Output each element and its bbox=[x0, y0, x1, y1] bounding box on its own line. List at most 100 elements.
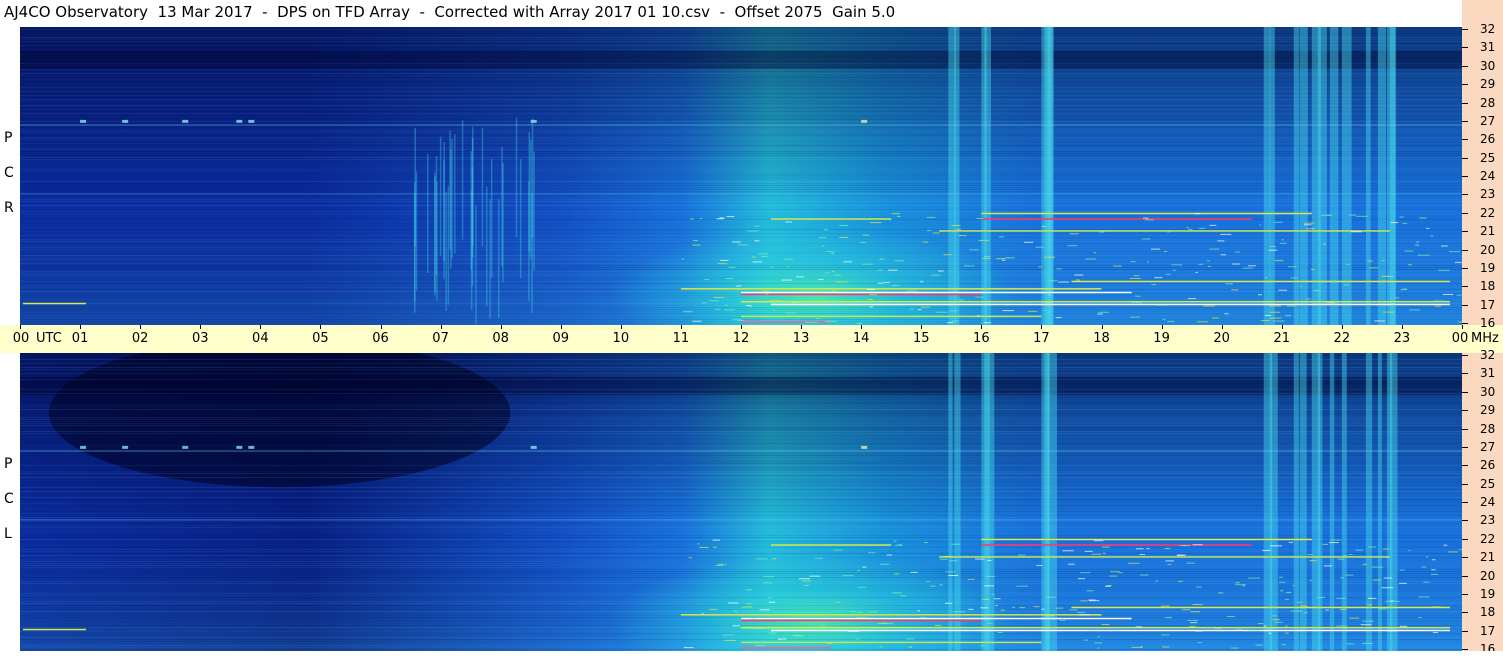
speckle bbox=[1408, 550, 1411, 552]
time-tick-mark bbox=[1161, 325, 1163, 329]
freq-tick-label: 30 bbox=[1480, 58, 1496, 73]
speckle bbox=[1381, 587, 1394, 589]
speckle bbox=[1274, 621, 1283, 623]
noise-row bbox=[20, 287, 1462, 288]
rfi-line bbox=[680, 614, 1102, 616]
speckle bbox=[754, 225, 760, 227]
speckle bbox=[1075, 279, 1080, 281]
speckle bbox=[1345, 574, 1354, 576]
speckle bbox=[1281, 239, 1284, 241]
speckle bbox=[725, 278, 734, 280]
freq-tick-label: 21 bbox=[1480, 224, 1496, 239]
speckle bbox=[752, 261, 763, 263]
speckle bbox=[1177, 580, 1184, 582]
freq-tick-mark bbox=[1462, 84, 1468, 86]
speckle bbox=[1288, 541, 1294, 543]
noise-row bbox=[20, 649, 1462, 650]
speckle bbox=[737, 244, 749, 246]
speckle bbox=[1186, 562, 1195, 564]
noise-row bbox=[20, 131, 1462, 132]
noise-row bbox=[20, 645, 1462, 646]
lcp-side-label: P C L bbox=[0, 353, 20, 651]
speckle bbox=[855, 638, 860, 640]
noise-row bbox=[20, 247, 1462, 248]
burst bbox=[515, 118, 518, 238]
speckle bbox=[1274, 260, 1284, 262]
speckle bbox=[998, 614, 1004, 616]
speckle bbox=[1438, 269, 1450, 271]
speckle bbox=[1079, 614, 1090, 616]
speckle bbox=[1394, 297, 1400, 299]
speck-mark bbox=[182, 119, 189, 123]
speckle bbox=[802, 580, 811, 582]
speckle bbox=[765, 641, 769, 643]
noise-row bbox=[20, 603, 1462, 604]
freq-tick-label: 28 bbox=[1480, 421, 1496, 436]
time-tick-mark bbox=[620, 325, 622, 329]
stripe bbox=[1317, 27, 1327, 325]
rfi-line bbox=[741, 315, 1042, 318]
speckle bbox=[1431, 573, 1439, 575]
noise-row bbox=[20, 227, 1462, 228]
rfi-line bbox=[771, 629, 1450, 632]
speckle bbox=[987, 559, 992, 561]
time-tick-label: 10 bbox=[612, 331, 630, 346]
noise-row bbox=[20, 639, 1462, 640]
noise-row bbox=[20, 183, 1462, 184]
speckle bbox=[1349, 617, 1360, 619]
lcp-spectrogram bbox=[20, 353, 1462, 651]
speckle bbox=[920, 616, 926, 618]
speckle bbox=[943, 555, 953, 557]
speckle bbox=[1198, 227, 1206, 229]
noise-row bbox=[20, 465, 1462, 466]
speckle bbox=[1195, 271, 1198, 273]
speckle bbox=[1344, 284, 1350, 286]
noise-row bbox=[20, 551, 1462, 552]
noise-row bbox=[20, 47, 1462, 48]
noise-row bbox=[20, 503, 1462, 504]
noise-row bbox=[20, 113, 1462, 114]
side-letter: P bbox=[4, 456, 13, 472]
speckle bbox=[1190, 622, 1198, 624]
noise-row bbox=[20, 359, 1462, 360]
speckle bbox=[1336, 597, 1347, 599]
freq-tick-label: 23 bbox=[1480, 187, 1496, 202]
rfi-line bbox=[23, 302, 87, 305]
speckle bbox=[1287, 266, 1297, 268]
noise-row bbox=[20, 381, 1462, 382]
noise-row bbox=[20, 445, 1462, 446]
stripe bbox=[1293, 27, 1300, 325]
rfi-line bbox=[1071, 280, 1450, 283]
speckle bbox=[1434, 305, 1441, 307]
speckle bbox=[826, 251, 835, 253]
speckle bbox=[1309, 579, 1312, 581]
speckle bbox=[1362, 620, 1374, 622]
noise-row bbox=[20, 457, 1462, 458]
noise-row bbox=[20, 369, 1462, 370]
burst bbox=[461, 120, 464, 240]
stripe bbox=[1047, 353, 1057, 651]
freq-tick-label: 32 bbox=[1480, 22, 1496, 36]
noise-row bbox=[20, 251, 1462, 252]
noise-row bbox=[20, 403, 1462, 404]
time-axis: UTC MHz 00 01 02 03 04 05 06 07 08 09 10 11 12 13 14 15… bbox=[0, 325, 1503, 353]
speckle bbox=[1269, 311, 1281, 313]
speckle bbox=[1181, 609, 1191, 611]
speckle bbox=[712, 539, 721, 541]
speckle bbox=[1041, 225, 1047, 227]
speckle bbox=[1416, 241, 1419, 243]
speckle bbox=[1232, 263, 1240, 265]
noise-row bbox=[20, 407, 1462, 408]
speckle bbox=[708, 300, 720, 302]
speckle bbox=[1058, 281, 1069, 283]
speckle bbox=[824, 320, 837, 322]
noise-row bbox=[20, 93, 1462, 94]
speck-mark bbox=[182, 445, 189, 449]
time-tick-mark bbox=[380, 325, 382, 329]
freq-tick-mark bbox=[1462, 249, 1468, 251]
noise-row bbox=[20, 201, 1462, 202]
speckle bbox=[692, 244, 701, 246]
noise-row bbox=[20, 499, 1462, 500]
speckle bbox=[987, 622, 993, 624]
speckle bbox=[982, 598, 990, 600]
